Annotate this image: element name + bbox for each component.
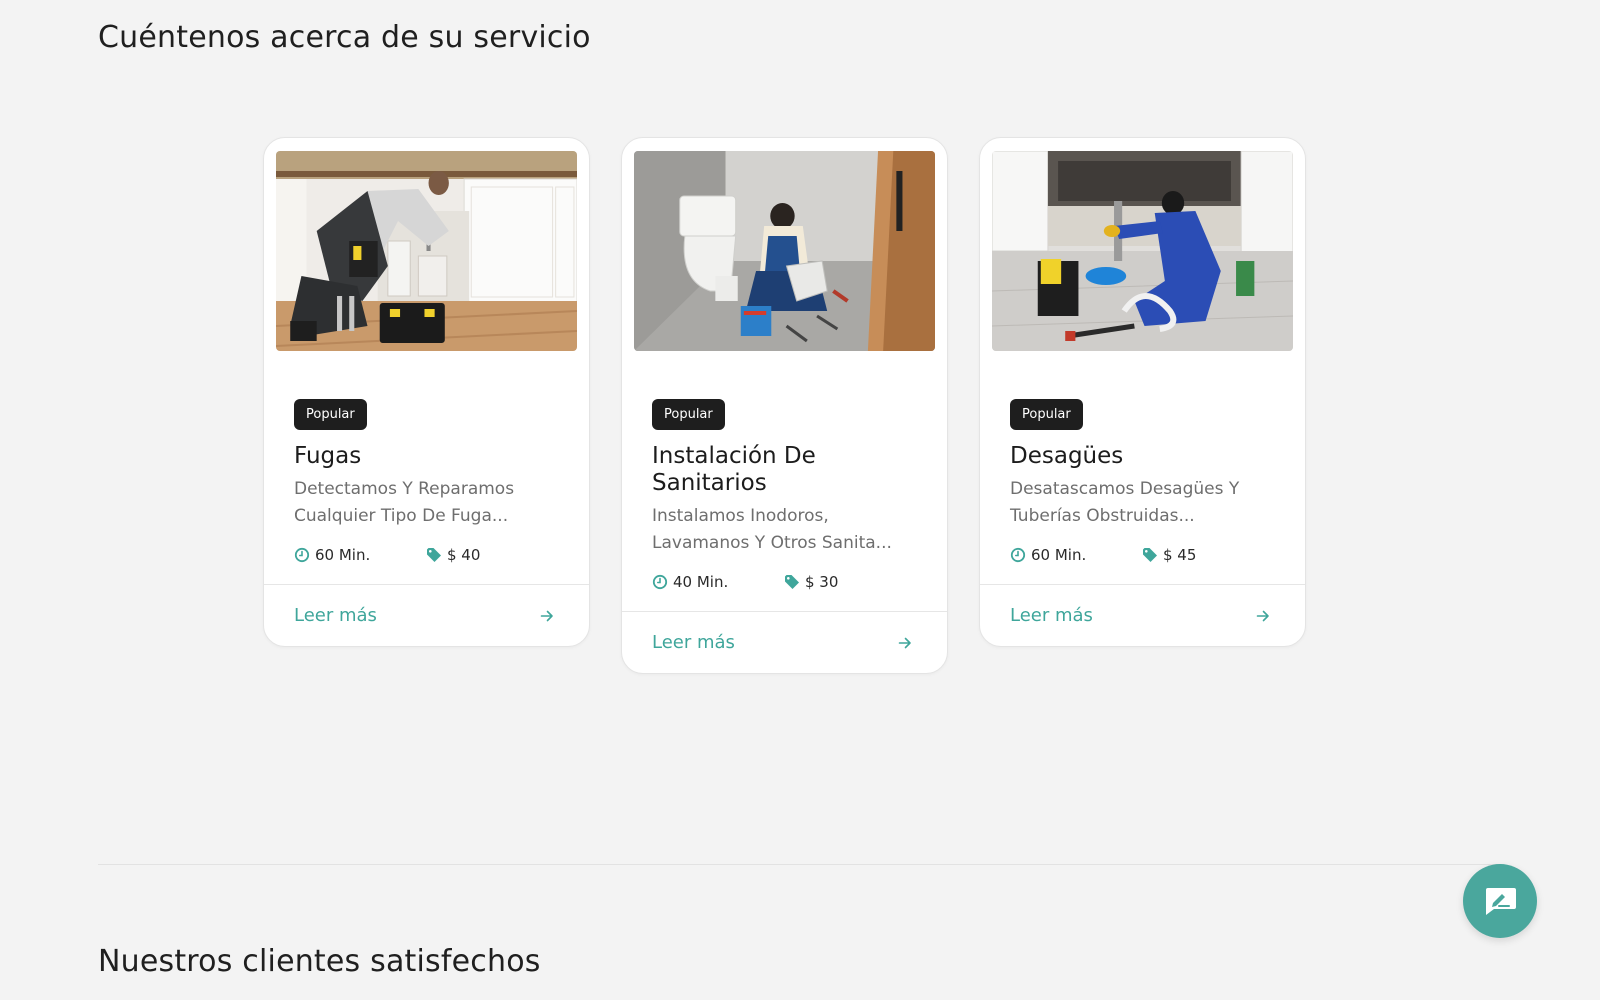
- card-description: Desatascamos Desagües Y Tuberías Obstrui…: [1010, 479, 1240, 526]
- duration: 60 Min.: [294, 546, 426, 564]
- card-title: Instalación De Sanitarios: [652, 443, 816, 496]
- read-more-link[interactable]: Leer más: [1010, 605, 1093, 626]
- card-meta: 40 Min. $ 30: [652, 573, 917, 591]
- read-more-link[interactable]: Leer más: [652, 632, 735, 653]
- price: $ 30: [784, 573, 838, 591]
- price-value: $ 45: [1163, 546, 1197, 564]
- feedback-chat-icon: [1486, 888, 1516, 915]
- service-image-leaks: [276, 151, 577, 351]
- price-tag-icon: [427, 548, 441, 562]
- read-more-link[interactable]: Leer más: [294, 605, 377, 626]
- card-footer[interactable]: Leer más: [622, 611, 947, 673]
- card-meta: 60 Min. $ 45: [1010, 546, 1275, 564]
- card-footer[interactable]: Leer más: [264, 584, 589, 646]
- arrow-right-icon[interactable]: [1255, 608, 1271, 624]
- feedback-button[interactable]: [1463, 864, 1537, 938]
- card-description: Detectamos Y Reparamos Cualquier Tipo De…: [294, 479, 515, 526]
- card-footer[interactable]: Leer más: [980, 584, 1305, 646]
- service-image-sanitary: [634, 151, 935, 351]
- price-tag-icon: [785, 575, 799, 589]
- duration: 60 Min.: [1010, 546, 1142, 564]
- section-divider: [98, 864, 1502, 865]
- arrow-right-icon[interactable]: [897, 635, 913, 651]
- duration-value: 40 Min.: [673, 573, 729, 591]
- price-value: $ 30: [805, 573, 839, 591]
- price-value: $ 40: [447, 546, 481, 564]
- clock-icon: [294, 547, 310, 563]
- duration-value: 60 Min.: [315, 546, 371, 564]
- card-title: Fugas: [294, 443, 362, 469]
- price: $ 45: [1142, 546, 1196, 564]
- popular-badge: Popular: [294, 399, 367, 430]
- popular-badge: Popular: [652, 399, 725, 430]
- service-card: Popular Instalación De Sanitarios Instal…: [621, 137, 948, 674]
- price-tag-icon: [1143, 548, 1157, 562]
- service-image-drains: [992, 151, 1293, 351]
- clock-icon: [1010, 547, 1026, 563]
- card-title: Desagües: [1010, 443, 1124, 469]
- card-description: Instalamos Inodoros, Lavamanos Y Otros S…: [652, 506, 892, 553]
- service-card: Popular Fugas Detectamos Y Reparamos Cua…: [263, 137, 590, 647]
- arrow-right-icon[interactable]: [539, 608, 555, 624]
- popular-badge: Popular: [1010, 399, 1083, 430]
- section-title-services: Cuéntenos acerca de su servicio: [98, 20, 591, 55]
- duration-value: 60 Min.: [1031, 546, 1087, 564]
- service-cards: Popular Fugas Detectamos Y Reparamos Cua…: [263, 137, 1306, 674]
- price: $ 40: [426, 546, 480, 564]
- section-title-clients: Nuestros clientes satisfechos: [98, 944, 541, 979]
- service-card: Popular Desagües Desatascamos Desagües Y…: [979, 137, 1306, 647]
- clock-icon: [652, 574, 668, 590]
- duration: 40 Min.: [652, 573, 784, 591]
- card-meta: 60 Min. $ 40: [294, 546, 559, 564]
